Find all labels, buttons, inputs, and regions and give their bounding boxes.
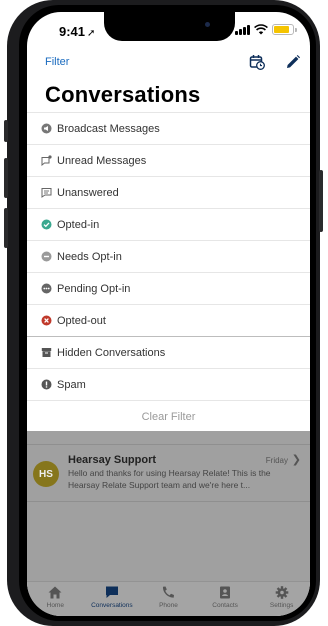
filter-item-pending-opt-in[interactable]: Pending Opt-in	[27, 272, 310, 304]
check-circle-icon	[41, 219, 52, 230]
x-circle-icon	[41, 315, 52, 326]
wifi-icon	[254, 24, 268, 35]
conversation-name: Hearsay Support	[68, 454, 157, 466]
tab-bar: Home Conversations Phone Contacts Settin…	[27, 581, 310, 616]
home-icon	[48, 586, 62, 599]
chevron-right-icon: ❯	[291, 454, 301, 466]
filter-label: Pending Opt-in	[57, 282, 131, 295]
tab-label: Phone	[159, 602, 178, 609]
tab-label: Contacts	[212, 602, 238, 609]
tab-settings[interactable]: Settings	[253, 582, 310, 616]
volume-down-button	[4, 208, 8, 248]
filter-link[interactable]: Filter	[45, 56, 69, 68]
filter-item-opted-in[interactable]: Opted-in	[27, 208, 310, 240]
filter-label: Needs Opt-in	[57, 250, 122, 263]
filter-label: Opted-in	[57, 218, 100, 231]
filter-list: Broadcast Messages Unread Messages Unans…	[27, 112, 310, 433]
tab-contacts[interactable]: Contacts	[197, 582, 254, 616]
app-screen: 9:41 ➚ Filter Conversations Broadcast Me…	[27, 12, 310, 616]
chat-icon	[105, 586, 118, 598]
tab-phone[interactable]: Phone	[140, 582, 197, 616]
alert-circle-icon	[41, 379, 52, 390]
compose-pencil-icon[interactable]	[285, 54, 301, 70]
tab-home[interactable]: Home	[27, 582, 84, 616]
clear-filter-button[interactable]: Clear Filter	[27, 400, 310, 433]
filter-label: Spam	[57, 378, 86, 391]
status-time-text: 9:41	[59, 24, 86, 39]
filter-item-broadcast[interactable]: Broadcast Messages	[27, 112, 310, 144]
minus-circle-icon	[41, 251, 52, 262]
dimmed-overlay[interactable]: HS Hearsay Support Friday ❯ Hello and th…	[27, 431, 310, 581]
volume-up-button	[4, 158, 8, 198]
tab-label: Home	[46, 602, 64, 609]
conversation-time: Friday	[265, 456, 288, 465]
tab-conversations[interactable]: Conversations	[84, 582, 141, 616]
phone-icon	[163, 586, 175, 598]
filter-item-needs-opt-in[interactable]: Needs Opt-in	[27, 240, 310, 272]
gear-icon	[275, 586, 288, 599]
mute-switch	[4, 120, 8, 142]
signal-icon	[235, 24, 250, 35]
filter-label: Hidden Conversations	[57, 346, 166, 359]
contacts-icon	[220, 586, 231, 599]
camera-icon	[205, 22, 210, 27]
page-title: Conversations	[45, 82, 201, 107]
filter-label: Unanswered	[57, 186, 119, 199]
power-button	[319, 170, 323, 232]
status-indicators	[235, 24, 297, 35]
archive-icon	[41, 347, 52, 358]
filter-item-spam[interactable]: Spam	[27, 368, 310, 400]
unanswered-icon	[41, 187, 52, 198]
tab-label: Conversations	[91, 602, 133, 609]
status-time: 9:41 ➚	[59, 24, 95, 39]
filter-item-opted-out[interactable]: Opted-out	[27, 304, 310, 336]
conversation-row[interactable]: HS Hearsay Support Friday ❯ Hello and th…	[27, 444, 310, 502]
filter-item-unanswered[interactable]: Unanswered	[27, 176, 310, 208]
filter-item-unread[interactable]: Unread Messages	[27, 144, 310, 176]
filter-label: Unread Messages	[57, 154, 147, 167]
unread-icon	[41, 155, 52, 166]
dots-circle-icon	[41, 283, 52, 294]
filter-label: Broadcast Messages	[57, 122, 160, 135]
tab-label: Settings	[269, 602, 294, 609]
location-arrow-icon: ➚	[87, 28, 96, 39]
notch	[104, 12, 235, 41]
conversation-preview: Hello and thanks for using Hearsay Relat…	[68, 468, 271, 490]
filter-item-hidden[interactable]: Hidden Conversations	[27, 336, 310, 368]
avatar: HS	[33, 461, 59, 487]
battery-icon	[272, 24, 297, 35]
broadcast-icon	[41, 123, 52, 134]
calendar-schedule-icon[interactable]	[249, 54, 265, 70]
filter-label: Opted-out	[57, 314, 106, 327]
